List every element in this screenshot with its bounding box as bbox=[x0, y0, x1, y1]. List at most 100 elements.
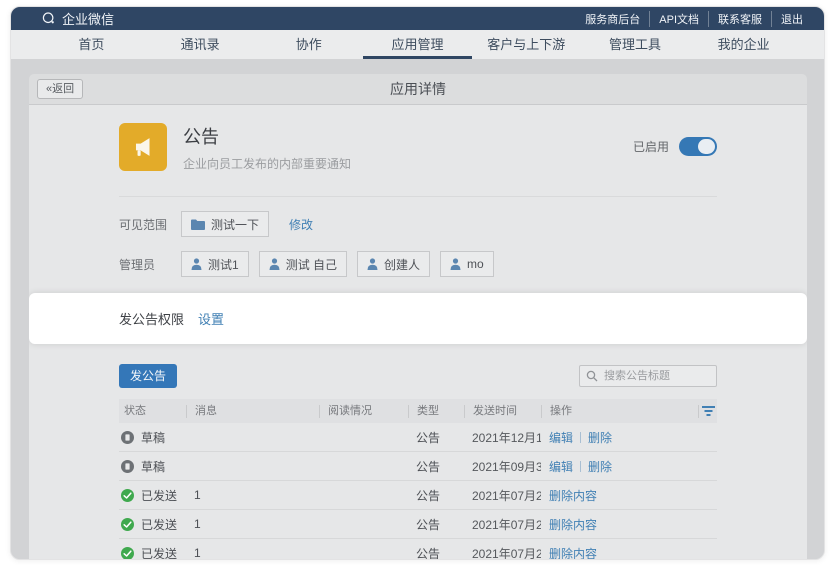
search-announcement-input[interactable] bbox=[579, 365, 717, 387]
col-actions: 操作 bbox=[541, 405, 698, 418]
type-cell: 公告 bbox=[408, 458, 464, 475]
draft-status-icon bbox=[121, 431, 134, 444]
status-cell: 已发送 bbox=[119, 545, 186, 560]
enable-control: 已启用 bbox=[633, 137, 717, 156]
tab-home[interactable]: 首页 bbox=[37, 30, 146, 59]
link-logout[interactable]: 退出 bbox=[771, 11, 812, 27]
actions-cell: 删除内容 bbox=[541, 487, 698, 504]
link-api-docs[interactable]: API文档 bbox=[649, 11, 708, 27]
actions-cell: 编辑 删除 bbox=[541, 458, 698, 475]
list-actions-row: 发公告 bbox=[119, 364, 717, 388]
col-send-date: 发送时间 bbox=[464, 405, 541, 418]
message-cell: 1 bbox=[186, 546, 319, 559]
col-type: 类型 bbox=[408, 405, 464, 418]
admin-tag: 测试1 bbox=[181, 251, 249, 277]
type-cell: 公告 bbox=[408, 429, 464, 446]
panel-header: «返回 应用详情 bbox=[29, 74, 807, 105]
enable-toggle[interactable] bbox=[679, 137, 717, 156]
app-name: 公告 bbox=[183, 123, 351, 149]
sent-check-icon bbox=[121, 547, 134, 560]
main-nav: 首页 通讯录 协作 应用管理 客户与上下游 管理工具 我的企业 bbox=[11, 30, 824, 59]
edit-link[interactable]: 编辑 bbox=[549, 460, 573, 474]
link-service-provider-console[interactable]: 服务商后台 bbox=[576, 11, 649, 27]
date-cell: 2021年07月29日 bbox=[464, 516, 541, 533]
type-cell: 公告 bbox=[408, 516, 464, 533]
edit-link[interactable]: 编辑 bbox=[549, 431, 573, 445]
admin-tag: mo bbox=[440, 251, 494, 277]
modify-visibility-link[interactable]: 修改 bbox=[289, 216, 313, 233]
tab-contacts[interactable]: 通讯录 bbox=[146, 30, 255, 59]
app-titles: 公告 企业向员工发布的内部重要通知 bbox=[183, 123, 351, 172]
type-cell: 公告 bbox=[408, 487, 464, 504]
admin-name: 创建人 bbox=[384, 256, 420, 273]
message-cell: 1 bbox=[186, 488, 319, 502]
table-row: 已发送 1 公告 2021年07月20日 删除内容 bbox=[119, 539, 717, 559]
brand-logo[interactable]: 企业微信 bbox=[41, 9, 114, 28]
enabled-label: 已启用 bbox=[633, 138, 669, 155]
person-icon bbox=[191, 258, 202, 270]
megaphone-icon bbox=[119, 123, 167, 171]
permission-settings-link[interactable]: 设置 bbox=[198, 309, 224, 328]
table-row: 已发送 1 公告 2021年07月29日 删除内容 bbox=[119, 510, 717, 539]
delete-link[interactable]: 删除 bbox=[588, 431, 612, 445]
tab-app-management[interactable]: 应用管理 bbox=[363, 30, 472, 59]
new-announcement-button[interactable]: 发公告 bbox=[119, 364, 177, 388]
delete-content-link[interactable]: 删除内容 bbox=[549, 489, 597, 503]
app-description: 企业向员工发布的内部重要通知 bbox=[183, 155, 351, 172]
toggle-knob bbox=[698, 139, 715, 154]
col-message: 消息 bbox=[186, 405, 319, 418]
announcement-table: 状态 消息 阅读情况 类型 发送时间 操作 bbox=[119, 399, 717, 559]
folder-icon bbox=[191, 219, 205, 230]
admin-name: 测试 自己 bbox=[286, 256, 337, 273]
table-row: 草稿 公告 2021年12月16日 编辑删除 bbox=[119, 423, 717, 452]
topbar: 企业微信 服务商后台 API文档 联系客服 退出 bbox=[11, 7, 824, 30]
browser-window: 企业微信 服务商后台 API文档 联系客服 退出 首页 通讯录 协作 应用管理 … bbox=[10, 6, 825, 560]
filter-icon[interactable] bbox=[698, 405, 717, 418]
announcement-permission-band: 发公告权限 设置 bbox=[29, 293, 807, 344]
date-cell: 2021年09月30日 bbox=[464, 458, 541, 475]
status-cell: 已发送 bbox=[119, 516, 186, 533]
table-header: 状态 消息 阅读情况 类型 发送时间 操作 bbox=[119, 399, 717, 423]
message-cell: 1 bbox=[186, 517, 319, 531]
app-header: 公告 企业向员工发布的内部重要通知 已启用 bbox=[119, 123, 717, 172]
table-row: 已发送 1 公告 2021年07月29日 删除内容 bbox=[119, 481, 717, 510]
delete-content-link[interactable]: 删除内容 bbox=[549, 547, 597, 560]
actions-cell: 删除内容 bbox=[541, 545, 698, 560]
admins-label: 管理员 bbox=[119, 256, 181, 273]
tab-management-tools[interactable]: 管理工具 bbox=[581, 30, 690, 59]
draft-status-icon bbox=[121, 460, 134, 473]
col-read-status: 阅读情况 bbox=[319, 405, 408, 418]
chat-bubble-icon bbox=[41, 11, 56, 26]
app-detail-panel: «返回 应用详情 公告 企业向员工发布的内部重要通知 bbox=[29, 74, 807, 559]
table-row: 草稿 公告 2021年09月30日 编辑删除 bbox=[119, 452, 717, 481]
actions-cell: 编辑 删除 bbox=[541, 429, 698, 446]
status-text: 已发送 bbox=[141, 545, 177, 560]
panel-body: 公告 企业向员工发布的内部重要通知 已启用 可见范围 bbox=[29, 105, 807, 559]
type-cell: 公告 bbox=[408, 545, 464, 560]
actions-cell: 删除内容 bbox=[541, 516, 698, 533]
link-contact-support[interactable]: 联系客服 bbox=[708, 11, 771, 27]
action-separator bbox=[580, 432, 581, 443]
person-icon bbox=[269, 258, 280, 270]
page-content: «返回 应用详情 公告 企业向员工发布的内部重要通知 bbox=[11, 59, 824, 559]
status-text: 已发送 bbox=[141, 516, 177, 533]
admin-tag: 测试 自己 bbox=[259, 251, 347, 277]
visibility-row: 可见范围 测试一下 修改 bbox=[119, 211, 717, 237]
delete-link[interactable]: 删除 bbox=[588, 460, 612, 474]
person-icon bbox=[450, 258, 461, 270]
delete-content-link[interactable]: 删除内容 bbox=[549, 518, 597, 532]
topbar-links: 服务商后台 API文档 联系客服 退出 bbox=[576, 11, 812, 27]
admins-row: 管理员 测试1 测试 自己 bbox=[119, 251, 717, 277]
tab-customers-upstream-downstream[interactable]: 客户与上下游 bbox=[472, 30, 581, 59]
sent-check-icon bbox=[121, 489, 134, 502]
status-cell: 已发送 bbox=[119, 487, 186, 504]
tab-my-enterprise[interactable]: 我的企业 bbox=[689, 30, 798, 59]
permission-label: 发公告权限 bbox=[119, 309, 184, 328]
action-separator bbox=[580, 461, 581, 472]
visibility-value: 测试一下 bbox=[211, 216, 259, 233]
sent-check-icon bbox=[121, 518, 134, 531]
admin-name: 测试1 bbox=[208, 256, 239, 273]
date-cell: 2021年07月29日 bbox=[464, 487, 541, 504]
search-box bbox=[579, 365, 717, 387]
tab-collaboration[interactable]: 协作 bbox=[254, 30, 363, 59]
